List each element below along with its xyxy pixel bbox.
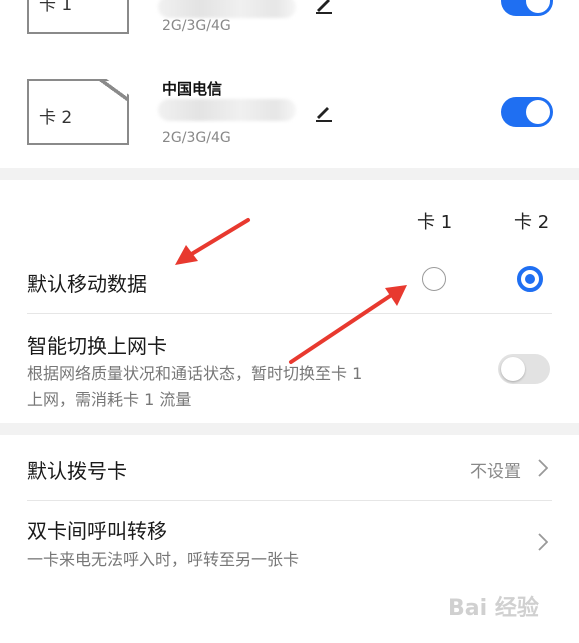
watermark: Bai 经验 xyxy=(448,596,539,621)
sim-card-2-network: 2G/3G/4G xyxy=(162,130,231,146)
default-dial-value[interactable]: 不设置 xyxy=(470,457,521,482)
default-dial-chevron-icon[interactable] xyxy=(538,459,548,477)
call-forward-title: 双卡间呼叫转移 xyxy=(27,519,167,543)
smart-switch-title: 智能切换上网卡 xyxy=(27,334,167,358)
sim-card-2-toggle[interactable] xyxy=(501,97,553,127)
sim-card-2-edit-icon[interactable] xyxy=(313,102,335,124)
column-header-card2: 卡 2 xyxy=(514,212,550,233)
sim-card-1-toggle[interactable] xyxy=(501,0,553,16)
call-forward-chevron-icon[interactable] xyxy=(538,533,548,551)
smart-switch-desc-line2: 上网，需消耗卡 1 流量 xyxy=(27,390,192,409)
sim-card-2-label: 卡 2 xyxy=(39,108,73,128)
default-data-radio-card2[interactable] xyxy=(517,266,543,292)
column-header-card1: 卡 1 xyxy=(417,212,453,233)
sim-card-1-label: 卡 1 xyxy=(39,0,73,15)
sim-card-1-edit-icon[interactable] xyxy=(313,0,335,14)
annotation-arrow-icon xyxy=(289,285,407,364)
default-dial-label: 默认拨号卡 xyxy=(27,459,127,483)
smart-switch-toggle[interactable] xyxy=(498,354,550,384)
default-data-radio-card1[interactable] xyxy=(422,267,446,291)
call-forward-desc: 一卡来电无法呼入时，呼转至另一张卡 xyxy=(27,550,300,569)
section-separator xyxy=(0,168,579,180)
annotation-arrow-icon xyxy=(175,218,250,265)
default-data-label: 默认移动数据 xyxy=(27,272,147,296)
sim-card-2-carrier: 中国电信 xyxy=(162,80,223,98)
sim-card-1-number-masked xyxy=(158,0,296,18)
sim-card-1-icon: 卡 1 xyxy=(27,0,129,34)
section-separator xyxy=(0,423,579,435)
sim-card-2-icon: 卡 2 xyxy=(27,79,129,145)
sim-card-2-number-masked xyxy=(158,99,296,121)
sim-card-1-network: 2G/3G/4G xyxy=(162,18,231,34)
divider xyxy=(27,500,552,501)
